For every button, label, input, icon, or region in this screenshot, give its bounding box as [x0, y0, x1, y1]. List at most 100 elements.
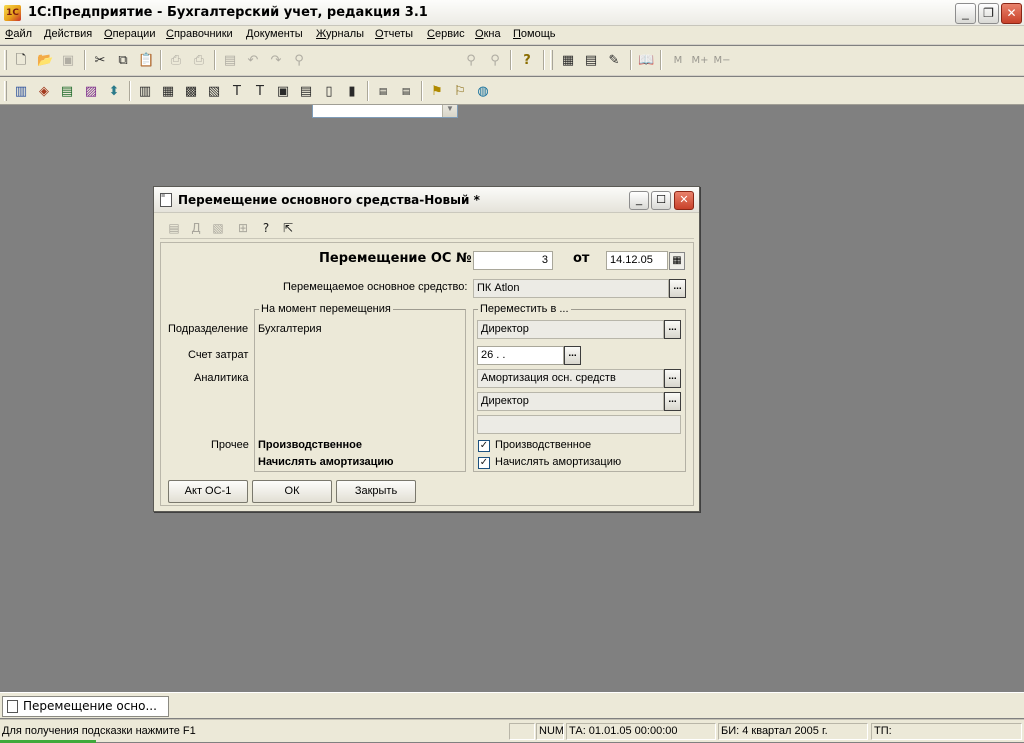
- to-analytics-3-field[interactable]: [477, 415, 681, 434]
- production-checkbox[interactable]: ✓: [478, 440, 490, 452]
- print-preview-icon[interactable]: ⎙: [191, 53, 207, 69]
- chart-of-accounts-icon[interactable]: ▥: [13, 84, 29, 100]
- menu-documents[interactable]: Документы: [246, 28, 303, 40]
- invoice-icon[interactable]: ▤: [398, 84, 414, 100]
- toolbar-separator: [367, 81, 369, 101]
- ok-button[interactable]: ОК: [252, 480, 332, 503]
- depreciation-checkbox-label[interactable]: Начислять амортизацию: [495, 456, 621, 468]
- toolbar-grip[interactable]: [4, 81, 7, 101]
- toolbar-separator: [160, 50, 162, 70]
- to-department-field[interactable]: Директор: [477, 320, 664, 339]
- asset-select-button[interactable]: ...: [669, 279, 686, 298]
- close-dialog-button[interactable]: Закрыть: [336, 480, 416, 503]
- report-turnover-icon[interactable]: T: [252, 84, 268, 100]
- restore-button[interactable]: ❐: [978, 3, 999, 24]
- status-tp: ТП:: [871, 723, 1022, 740]
- report-card-icon[interactable]: T: [229, 84, 245, 100]
- properties-icon[interactable]: ▤: [222, 53, 238, 69]
- new-icon[interactable]: 🗋: [13, 53, 29, 69]
- toolbar-grip[interactable]: [4, 50, 7, 70]
- close-button[interactable]: ✕: [1001, 3, 1022, 24]
- toolbar-separator: [421, 81, 423, 101]
- report-subaccount-icon[interactable]: ▣: [275, 84, 291, 100]
- help-icon[interactable]: ?: [258, 220, 274, 236]
- memory-m-button[interactable]: M: [667, 53, 689, 69]
- report-summary-icon[interactable]: ▮: [344, 84, 360, 100]
- asset-field[interactable]: ПК Atlon: [473, 279, 669, 298]
- report-checker-icon[interactable]: ▩: [183, 84, 199, 100]
- calendar-icon[interactable]: ▤: [583, 53, 599, 69]
- menu-service[interactable]: Сервис: [427, 28, 465, 40]
- menu-directories[interactable]: Справочники: [166, 28, 233, 40]
- report-general-ledger-icon[interactable]: ▯: [321, 84, 337, 100]
- toolbar-grip[interactable]: [550, 50, 553, 70]
- taskbar-item[interactable]: Перемещение осно...: [2, 696, 169, 717]
- to-department-select-button[interactable]: ...: [664, 320, 681, 339]
- memory-minus-button[interactable]: M−: [711, 53, 733, 69]
- search-next-icon[interactable]: ⚲: [463, 53, 479, 69]
- minimize-button[interactable]: _: [955, 3, 976, 24]
- menu-reports[interactable]: Отчеты: [375, 28, 413, 40]
- dialog-maximize-button[interactable]: ☐: [651, 191, 671, 210]
- book-icon[interactable]: 📖: [638, 53, 654, 69]
- menu-actions[interactable]: Действия: [44, 28, 92, 40]
- dialog-minimize-button[interactable]: _: [629, 191, 649, 210]
- calculator-icon[interactable]: ▦: [560, 53, 576, 69]
- report-journal-order-icon[interactable]: ▤: [298, 84, 314, 100]
- to-analytics-2-select-button[interactable]: ...: [664, 392, 681, 411]
- report-balance-icon[interactable]: ▥: [137, 84, 153, 100]
- cut-icon[interactable]: ✂: [92, 53, 108, 69]
- to-cost-account-field[interactable]: 26 . .: [477, 346, 564, 365]
- print-icon[interactable]: ⎙: [168, 53, 184, 69]
- menu-operations[interactable]: Операции: [104, 28, 155, 40]
- paste-icon[interactable]: 📋: [138, 53, 154, 69]
- save-icon[interactable]: ▣: [60, 53, 76, 69]
- close-month-icon[interactable]: ⚑: [429, 84, 445, 100]
- from-department-value: Бухгалтерия: [258, 323, 322, 335]
- memory-plus-button[interactable]: M+: [689, 53, 711, 69]
- to-analytics-2-field[interactable]: Директор: [477, 392, 664, 411]
- menu-windows[interactable]: Окна: [475, 28, 501, 40]
- redo-icon[interactable]: ↷: [268, 53, 284, 69]
- entries-journal-icon[interactable]: ▤: [59, 84, 75, 100]
- structure-icon[interactable]: ▧: [210, 220, 226, 236]
- journal-entries-icon[interactable]: ▤: [166, 220, 182, 236]
- act-os1-button[interactable]: Акт ОС-1: [168, 480, 248, 503]
- standard-operations-icon[interactable]: ▨: [83, 84, 99, 100]
- to-analytics-1-select-button[interactable]: ...: [664, 369, 681, 388]
- production-checkbox-label[interactable]: Производственное: [495, 439, 591, 451]
- calendar-icon[interactable]: ▦: [669, 252, 685, 270]
- to-analytics-1-field[interactable]: Амортизация осн. средств: [477, 369, 664, 388]
- document-date-field[interactable]: 14.12.05: [606, 251, 668, 270]
- depreciation-checkbox[interactable]: ✓: [478, 457, 490, 469]
- report-chess-icon[interactable]: ▦: [160, 84, 176, 100]
- report-analysis-icon[interactable]: ▧: [206, 84, 222, 100]
- department-label: Подразделение: [168, 323, 249, 335]
- menu-help[interactable]: Помощь: [513, 28, 556, 40]
- period-icon[interactable]: ⚐: [452, 84, 468, 100]
- toolbar-separator: [630, 50, 632, 70]
- open-icon[interactable]: 📂: [37, 53, 53, 69]
- text-editor-icon[interactable]: ✎: [606, 53, 622, 69]
- menu-file[interactable]: Файл: [5, 28, 32, 40]
- to-cost-account-select-button[interactable]: ...: [564, 346, 581, 365]
- search-prev-icon[interactable]: ⚲: [487, 53, 503, 69]
- status-bi: БИ: 4 квартал 2005 г.: [718, 723, 868, 740]
- document-number-field[interactable]: 3: [473, 251, 553, 270]
- dialog-title-bar[interactable]: ≡ Перемещение основного средства-Новый *…: [154, 187, 699, 213]
- find-icon[interactable]: ⚲: [291, 53, 307, 69]
- globe-icon[interactable]: ◍: [475, 84, 491, 100]
- toolbar-separator: [214, 50, 216, 70]
- dialog-close-button[interactable]: ✕: [674, 191, 694, 210]
- undo-icon[interactable]: ↶: [245, 53, 261, 69]
- operations-journal-icon[interactable]: ◈: [36, 84, 52, 100]
- help-icon[interactable]: ?: [519, 53, 535, 69]
- copy-icon[interactable]: ⧉: [115, 53, 131, 69]
- manual-operation-icon[interactable]: ⬍: [106, 84, 122, 100]
- debit-credit-icon[interactable]: Д: [188, 220, 204, 236]
- context-help-icon[interactable]: ⇱: [280, 220, 296, 236]
- payment-order-icon[interactable]: ▤: [375, 84, 391, 100]
- menu-journals[interactable]: Журналы: [316, 28, 364, 40]
- movements-icon[interactable]: ⊞: [235, 220, 251, 236]
- from-production-value: Производственное: [258, 439, 362, 451]
